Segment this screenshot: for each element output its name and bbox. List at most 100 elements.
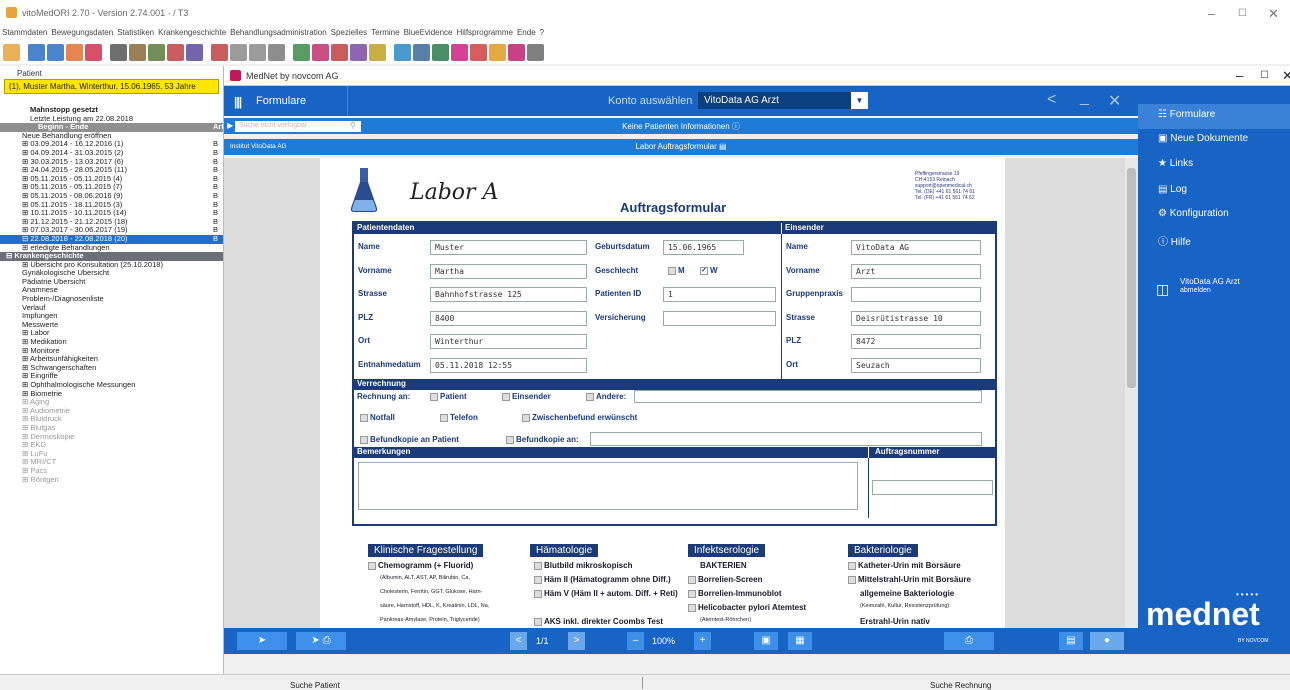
menu-item[interactable]: Hilfsprogramme [457,28,513,37]
gruppenpraxis-field[interactable] [851,287,981,302]
toolbar-button[interactable] [129,43,146,61]
tree-item[interactable]: ⊞ 07.03.2017 - 30.06.2017 (19) B [0,226,223,235]
menu-item[interactable]: Krankengeschichte [158,28,226,37]
account-name[interactable]: VitoData AG Arzt [1180,277,1240,286]
tree-item[interactable]: Gynäkologische Übersicht [0,269,223,278]
toolbar-button[interactable] [211,43,228,61]
mednet-maximize-icon[interactable]: ☐ [1260,70,1269,81]
toolbar-button[interactable] [230,43,247,61]
vorname-field[interactable]: Martha [430,264,587,279]
chevron-down-icon[interactable]: ▼ [851,92,868,109]
tree-item[interactable]: Messwerte [0,321,223,330]
plz-field[interactable]: 8400 [430,311,587,326]
tree-item[interactable]: ⊞ LuFu [0,450,223,459]
save-form-button[interactable]: ▣ [754,632,778,650]
panel-close-icon[interactable]: ✕ [1108,91,1121,111]
test-item[interactable]: Borrelien-Immunoblot [688,589,782,598]
einsender-name-field[interactable]: VitoData AG [851,240,981,255]
tree-item[interactable]: ⊞ 05.11.2015 - 05.11.2015 (4) B [0,175,223,184]
send-print-button[interactable]: ➤ ⎙ [296,632,346,650]
tree-item[interactable]: ⊞ erledigte Behandlungen [0,244,223,253]
tree-item[interactable]: Verlauf [0,304,223,313]
prev-page-button[interactable]: < [510,632,527,650]
befundkopie-patient-checkbox[interactable]: Befundkopie an Patient [360,435,459,444]
tree-item[interactable]: ⊞ Schwangerschaften [0,364,223,373]
auftragsnummer-field[interactable] [872,480,993,495]
geschlecht-m[interactable]: M [668,266,685,275]
einsender-strasse-field[interactable]: Deisrütistrasse 10 [851,311,981,326]
ort-field[interactable]: Winterthur [430,334,587,349]
mednet-minimize-icon[interactable]: – [1236,68,1243,83]
test-item[interactable]: Helicobacter pylori Atemtest [688,603,806,612]
fit-page-button[interactable]: ▦ [788,632,812,650]
befundkopie-an-field[interactable] [590,432,982,446]
tree-item[interactable]: Impfungen [0,312,223,321]
sidebar-item-log[interactable]: ▤ Log [1158,184,1187,195]
tree-item[interactable]: ⊞ Audiometrie [0,407,223,416]
toolbar-button[interactable] [312,43,329,61]
toolbar-button[interactable] [167,43,184,61]
test-item[interactable]: Borrelien-Screen [688,575,762,584]
einsender-plz-field[interactable]: 8472 [851,334,981,349]
search-icon[interactable]: ⚲ [350,121,356,130]
tree-item[interactable]: ⊞ MRI/CT [0,458,223,467]
menu-item[interactable]: Termine [371,28,399,37]
name-field[interactable]: Muster [430,240,587,255]
tree-item[interactable]: ⊞ Übersicht pro Konsultation (25.10.2018… [0,261,223,270]
tree-item[interactable]: ⊞ Blutgas [0,424,223,433]
menu-item[interactable]: Ende [517,28,536,37]
andere-checkbox[interactable]: Andere: [586,392,626,401]
tree-item[interactable]: ⊞ 05.11.2015 - 08.06.2016 (9) B [0,192,223,201]
tree-item[interactable]: Letzte Leistung am 22.08.2018 [0,115,223,124]
scrollbar-thumb[interactable] [1127,168,1136,388]
toolbar-button[interactable] [85,43,102,61]
tree-item[interactable]: ⊞ Medikation [0,338,223,347]
collapse-icon[interactable]: _ [1080,89,1089,107]
tree-item[interactable]: ⊞ Blutdruck [0,415,223,424]
bemerkungen-field[interactable] [358,462,858,510]
menu-item[interactable]: Stammdaten [2,28,47,37]
tree-item[interactable]: ⊞ 30.03.2015 - 13.03.2017 (6) B [0,158,223,167]
zwischenbefund-checkbox[interactable]: Zwischenbefund erwünscht [522,413,637,422]
test-item[interactable]: Häm V (Häm II + autom. Diff. + Reti) [534,589,678,598]
tree-item[interactable]: ⊞ Labor [0,329,223,338]
tree-item[interactable]: ⊞ Arbeitsunfähigkeiten [0,355,223,364]
minimize-icon[interactable]: – [1208,6,1215,21]
vertical-scrollbar[interactable] [1125,158,1138,628]
tree-item[interactable]: ⊟ Krankengeschichte [0,252,223,261]
maximize-icon[interactable]: ☐ [1238,8,1247,19]
test-item[interactable]: Häm II (Hämatogramm ohne Diff.) [534,575,671,584]
logout-icon[interactable]: ◫ [1156,281,1169,298]
toolbar-button[interactable] [3,43,20,61]
toolbar-button[interactable] [249,43,266,61]
test-item[interactable]: Chemogramm (+ Fluorid) [368,561,473,570]
sidebar-item-neue-dokumente[interactable]: ▣ Neue Dokumente [1158,133,1248,144]
next-page-button[interactable]: > [568,632,585,650]
tree-item[interactable]: ⊞ Eingriffe [0,372,223,381]
toolbar-button[interactable] [186,43,203,61]
mednet-close-icon[interactable]: ✕ [1282,68,1290,84]
tag-button[interactable]: ● [1090,632,1124,650]
menu-item[interactable]: Behandlungsadministration [230,28,327,37]
patient-checkbox[interactable]: Patient [430,392,467,401]
befundkopie-an-checkbox[interactable]: Befundkopie an: [506,435,579,444]
menu-item[interactable]: BlueEvidence [404,28,453,37]
tree-item[interactable]: ⊞ 05.11.2015 - 18.11.2015 (3) B [0,201,223,210]
geburtsdatum-field[interactable]: 15.06.1965 [663,240,744,255]
tree-item[interactable]: ⊞ 05.11.2015 - 05.11.2015 (7) B [0,183,223,192]
tree-item[interactable]: ⊟ 22.08.2018 - 22.08.2018 (20) B [0,234,223,244]
toolbar-button[interactable] [413,43,430,61]
toolbar-button[interactable] [28,43,45,61]
tree-item[interactable]: ⊞ EKG [0,441,223,450]
toolbar-button[interactable] [432,43,449,61]
tree-item[interactable]: Mahnstopp gesetzt [0,106,223,115]
tree-item[interactable]: ⊞ Pacs [0,467,223,476]
tree-item[interactable]: ⊞ Ophthalmologische Messungen [0,381,223,390]
einsender-ort-field[interactable]: Seuzach [851,358,981,373]
zoom-in-button[interactable]: + [694,632,711,650]
konto-select[interactable]: VitoData AG Arzt [698,92,868,109]
einsender-vorname-field[interactable]: Arzt [851,264,981,279]
toolbar-button[interactable] [394,43,411,61]
toolbar-button[interactable] [527,43,544,61]
close-icon[interactable]: ✕ [1268,6,1279,22]
